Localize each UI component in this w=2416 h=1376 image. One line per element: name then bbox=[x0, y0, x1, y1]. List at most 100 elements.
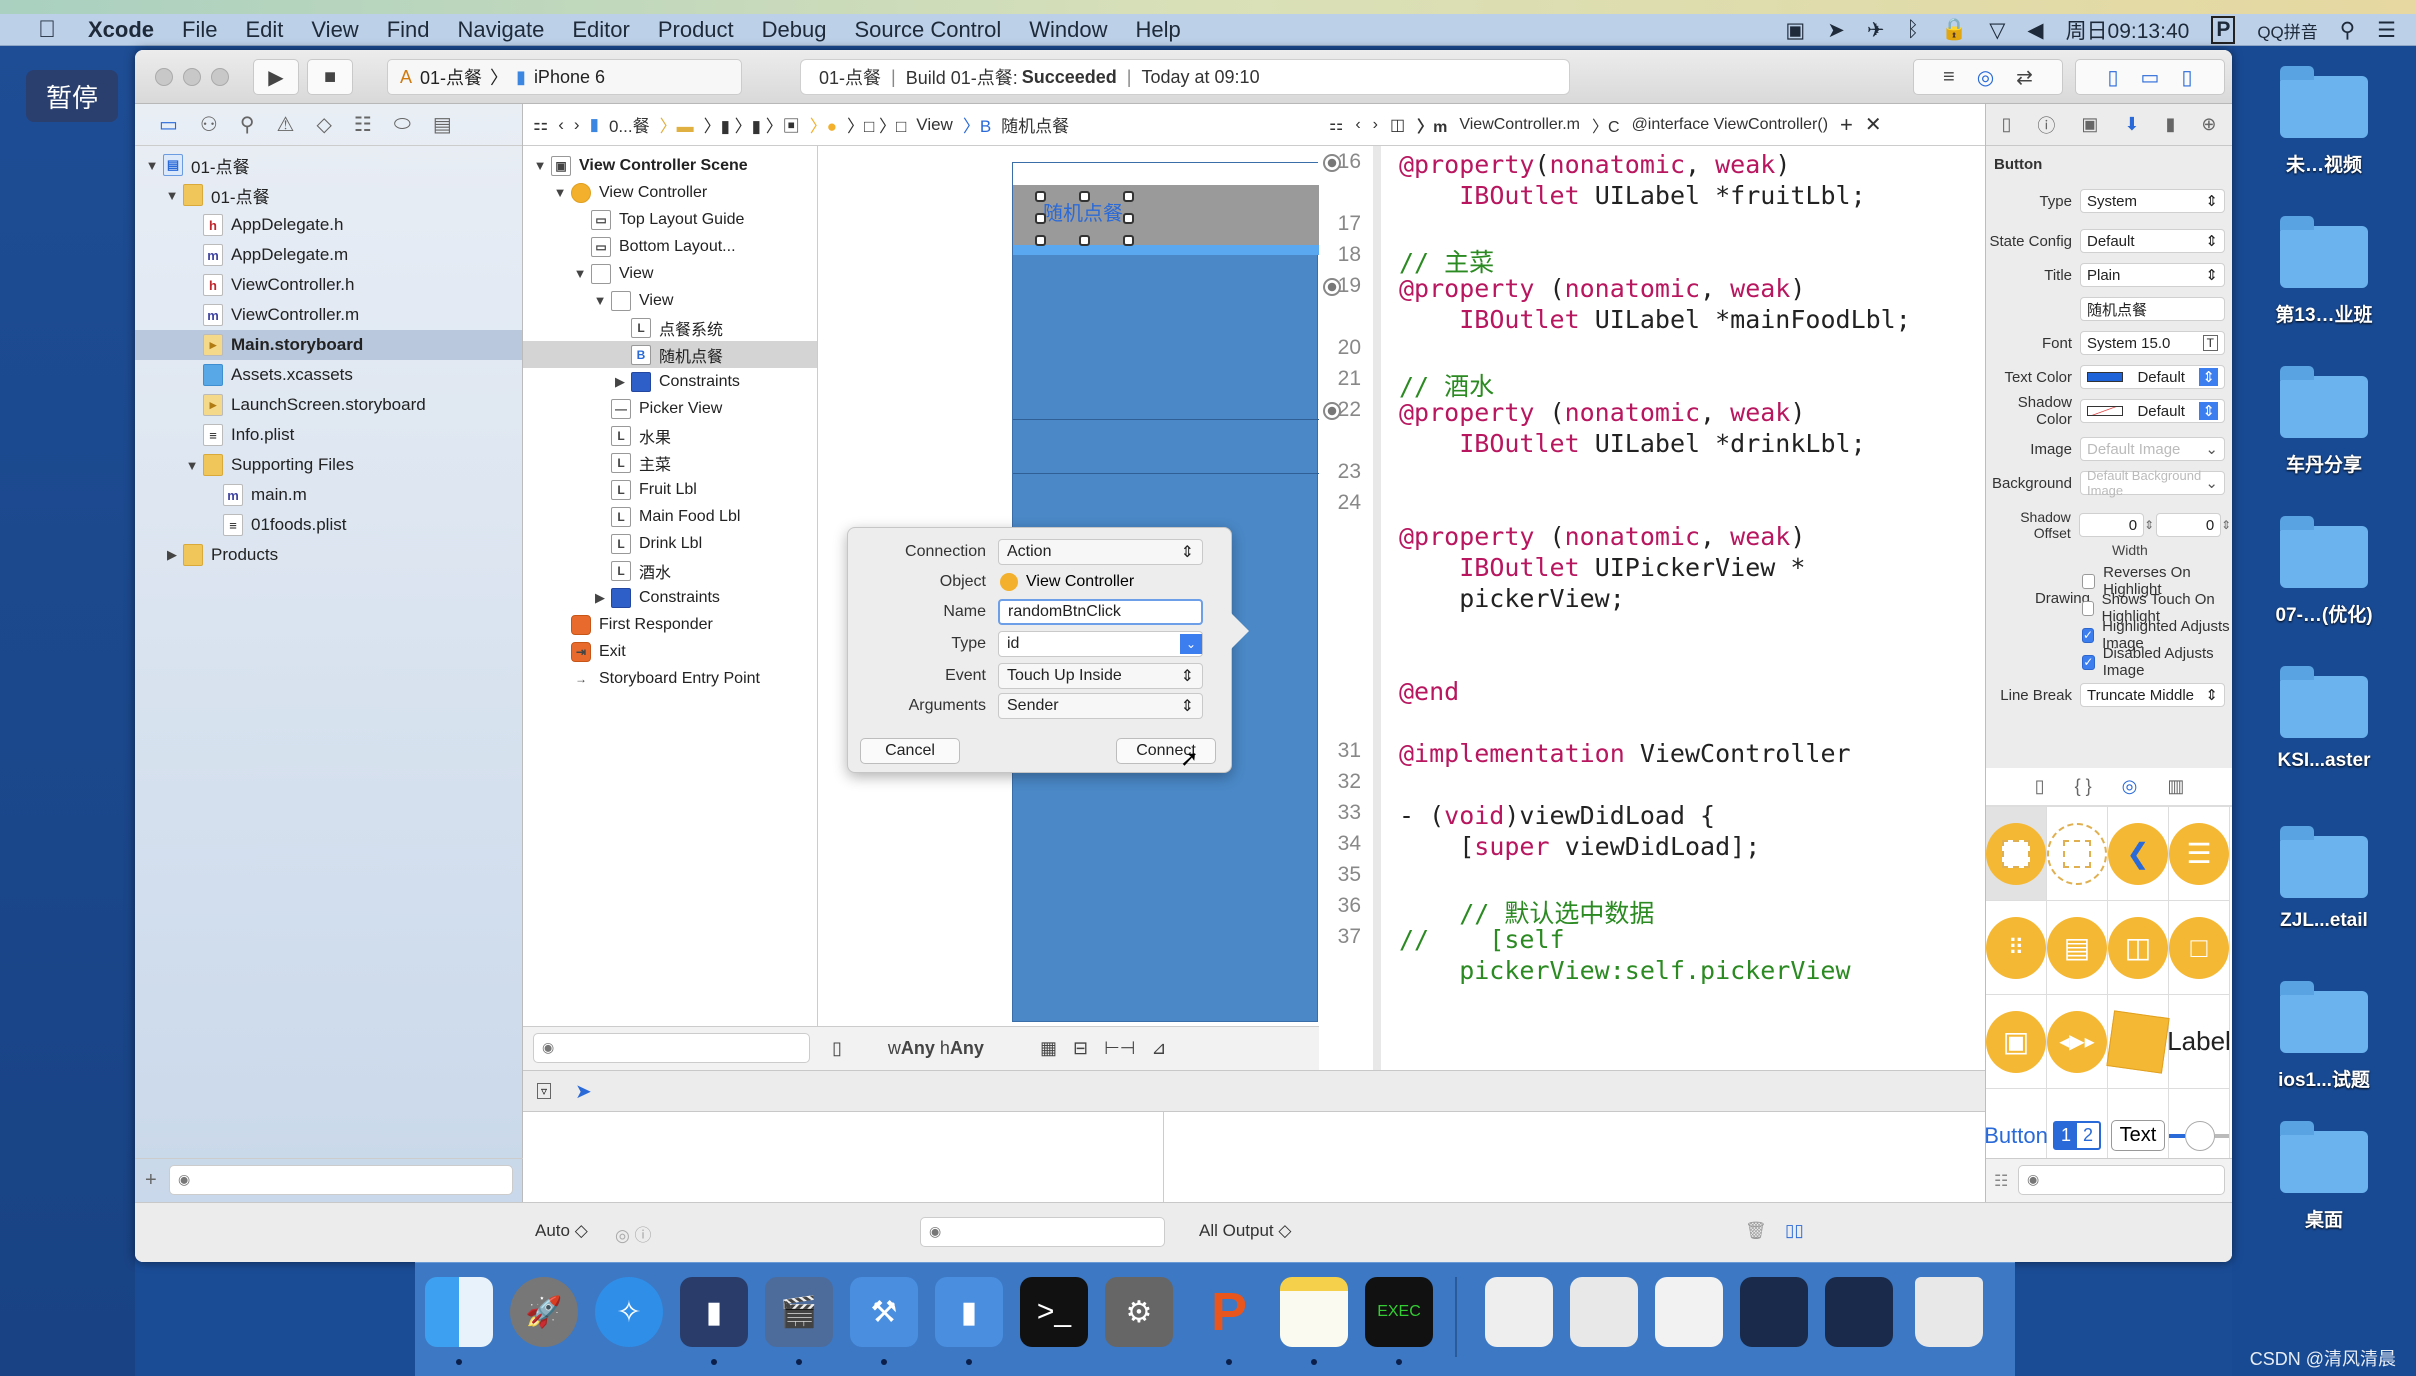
menu-source-control[interactable]: Source Control bbox=[841, 17, 1016, 43]
outline-item[interactable]: L 主菜 bbox=[523, 449, 817, 476]
font-picker-icon[interactable]: T bbox=[2202, 335, 2218, 351]
disclosure-expanded-icon[interactable]: ▼ bbox=[589, 293, 611, 308]
file-inspector-icon[interactable]: ▯ bbox=[2001, 114, 2011, 135]
back-icon[interactable]: ‹ bbox=[558, 115, 564, 135]
jump-view[interactable]: View bbox=[916, 115, 953, 135]
resize-handle[interactable] bbox=[1079, 235, 1090, 246]
test-icon[interactable]: ◇ bbox=[316, 112, 331, 137]
resolve-icon[interactable]: ⊿ bbox=[1151, 1038, 1166, 1059]
connection-select[interactable]: Action ⇕ bbox=[998, 539, 1203, 565]
list-view-icon[interactable]: ☷ bbox=[1994, 1171, 2008, 1191]
disclosure-collapsed-icon[interactable]: ▶ bbox=[161, 547, 183, 563]
outline-item[interactable]: L 酒水 bbox=[523, 557, 817, 584]
trash-icon[interactable]: 🗑 bbox=[1745, 1221, 1767, 1241]
menu-file[interactable]: File bbox=[168, 17, 231, 43]
drawing-checkbox[interactable]: ✓ Disabled Adjusts Image bbox=[2082, 645, 2232, 679]
pause-button[interactable]: 暂停 bbox=[26, 70, 118, 122]
code-editor[interactable]: 16 17 18 19 20 21 22 23 24 31 32 33 34 35 36 37 @proper… bbox=[1319, 146, 1985, 1070]
desktop-item[interactable]: 桌面 bbox=[2232, 1121, 2416, 1232]
apple-menu-icon[interactable]:  bbox=[0, 16, 74, 44]
safari-icon[interactable]: ✧ bbox=[595, 1277, 663, 1347]
navigator-item[interactable]: m AppDelegate.m bbox=[135, 240, 522, 270]
desktop-item[interactable]: 第13…业班 bbox=[2232, 216, 2416, 327]
console-app-icon[interactable]: EXEC bbox=[1365, 1277, 1433, 1347]
outline-item[interactable]: L Drink Lbl bbox=[523, 530, 817, 557]
resize-handle[interactable] bbox=[1035, 191, 1046, 202]
outlet-connection-icon[interactable] bbox=[1323, 154, 1341, 172]
breakpoints-toggle-icon[interactable]: ➤ bbox=[575, 1079, 592, 1104]
input-method[interactable]: QQ拼音 bbox=[2257, 18, 2317, 43]
background-combo[interactable]: Default Background Image ⌄ bbox=[2080, 468, 2225, 498]
identity-inspector-icon[interactable]: ▣ bbox=[2081, 114, 2098, 135]
desktop-item[interactable]: ZJL...etail bbox=[2232, 826, 2416, 932]
variables-filter-input[interactable]: ◉ bbox=[920, 1217, 1165, 1247]
connections-inspector-icon[interactable]: ⊕ bbox=[2201, 114, 2216, 135]
image-combo[interactable]: Default Image ⌄ bbox=[2080, 437, 2225, 461]
resize-handle[interactable] bbox=[1123, 191, 1134, 202]
assistant-editor-icon[interactable]: ◎ bbox=[1977, 65, 1994, 90]
console-view[interactable] bbox=[1164, 1112, 1985, 1202]
outlet-connection-icon[interactable] bbox=[1323, 402, 1341, 420]
notes-icon[interactable] bbox=[1280, 1277, 1348, 1347]
connect-button[interactable]: Connect bbox=[1116, 738, 1216, 764]
navigator-item[interactable]: ▼ ▤ 01-点餐 bbox=[135, 150, 522, 180]
split-icon[interactable]: ◫ bbox=[1390, 115, 1405, 135]
size-class-control[interactable]: wAny hAny bbox=[888, 1038, 984, 1059]
size-inspector-icon[interactable]: ▮ bbox=[2166, 114, 2176, 135]
library-item-storyboard-reference[interactable] bbox=[2047, 807, 2108, 901]
library-item-glkit-view-controller[interactable]: ▣ bbox=[1986, 995, 2047, 1089]
imovie-icon[interactable]: 🎬 bbox=[765, 1277, 833, 1347]
library-item-tab-bar-controller[interactable]: ▤ bbox=[2047, 901, 2108, 995]
run-button[interactable]: ▶ bbox=[253, 59, 299, 95]
code-snippet-icon[interactable]: { } bbox=[2075, 776, 2092, 797]
related-items-icon[interactable]: ⚏ bbox=[533, 115, 548, 135]
menu-window[interactable]: Window bbox=[1015, 17, 1121, 43]
navigator-item[interactable]: Assets.xcassets bbox=[135, 360, 522, 390]
xcode-icon[interactable]: ⚒ bbox=[850, 1277, 918, 1347]
library-item-view-controller[interactable] bbox=[1986, 807, 2047, 901]
dock-window-thumbnail[interactable] bbox=[1740, 1277, 1808, 1347]
disclosure-expanded-icon[interactable]: ▼ bbox=[529, 158, 551, 173]
library-item-collection-view-controller[interactable]: ⠿ bbox=[1986, 901, 2047, 995]
object-library-icon[interactable]: ◎ bbox=[2122, 776, 2138, 797]
navigator-item[interactable]: ▸ Main.storyboard bbox=[135, 330, 522, 360]
desktop-item[interactable]: 未…视频 bbox=[2232, 66, 2416, 177]
outline-item[interactable]: L 点餐系统 bbox=[523, 314, 817, 341]
font-field[interactable]: System 15.0 T bbox=[2080, 331, 2225, 355]
outline-item[interactable]: L Main Food Lbl bbox=[523, 503, 817, 530]
desktop-item[interactable]: ios1...试题 bbox=[2232, 981, 2416, 1092]
jump-button[interactable]: 随机点餐 bbox=[1001, 112, 1069, 137]
resize-handle[interactable] bbox=[1035, 235, 1046, 246]
scheme-selector[interactable]: A 01-点餐 〉 ▮ iPhone 6 bbox=[387, 59, 742, 95]
navigator-item[interactable]: ≡ Info.plist bbox=[135, 420, 522, 450]
outline-item[interactable]: ▶ Constraints bbox=[523, 584, 817, 611]
toggle-navigator-icon[interactable]: ▯ bbox=[2108, 65, 2119, 90]
clock[interactable]: 周日09:13:40 bbox=[2066, 15, 2190, 45]
variables-view[interactable] bbox=[523, 1112, 1164, 1202]
text-color-select[interactable]: Default ⇕ bbox=[2080, 365, 2225, 389]
navigator-item[interactable]: ▸ LaunchScreen.storyboard bbox=[135, 390, 522, 420]
file-template-icon[interactable]: ▯ bbox=[2035, 776, 2045, 797]
disclosure-expanded-icon[interactable]: ▼ bbox=[141, 158, 163, 173]
stepper-icon[interactable]: ⇕ bbox=[2144, 518, 2156, 532]
dock-window-thumbnail[interactable] bbox=[1570, 1277, 1638, 1347]
zoom-window-button[interactable] bbox=[211, 68, 229, 86]
outline-item[interactable]: ▭ Bottom Layout... bbox=[523, 233, 817, 260]
bluetooth-icon[interactable]: ᛒ bbox=[1906, 18, 1919, 42]
add-icon[interactable]: + bbox=[145, 1169, 157, 1192]
navigator-item[interactable]: ▼ 01-点餐 bbox=[135, 180, 522, 210]
menu-navigate[interactable]: Navigate bbox=[444, 17, 559, 43]
volume-icon[interactable]: ◀ bbox=[2027, 18, 2043, 43]
forward-icon[interactable]: › bbox=[574, 115, 580, 135]
all-output-select[interactable]: All Output ◇ bbox=[1199, 1221, 1291, 1241]
dock-window-thumbnail[interactable] bbox=[1655, 1277, 1723, 1347]
outline-toggle-icon[interactable]: ▯ bbox=[832, 1038, 842, 1059]
desktop-item[interactable]: KSI...aster bbox=[2232, 666, 2416, 772]
breakpoint-icon[interactable]: ⬭ bbox=[394, 113, 411, 136]
dock-window-thumbnail[interactable] bbox=[1485, 1277, 1553, 1347]
disclosure-expanded-icon[interactable]: ▼ bbox=[181, 458, 203, 473]
outline-item[interactable]: ▼ View Controller bbox=[523, 179, 817, 206]
resize-handle[interactable] bbox=[1123, 213, 1134, 224]
arguments-select[interactable]: Sender ⇕ bbox=[998, 693, 1203, 719]
checkbox-checked-icon[interactable]: ✓ bbox=[2082, 654, 2095, 670]
